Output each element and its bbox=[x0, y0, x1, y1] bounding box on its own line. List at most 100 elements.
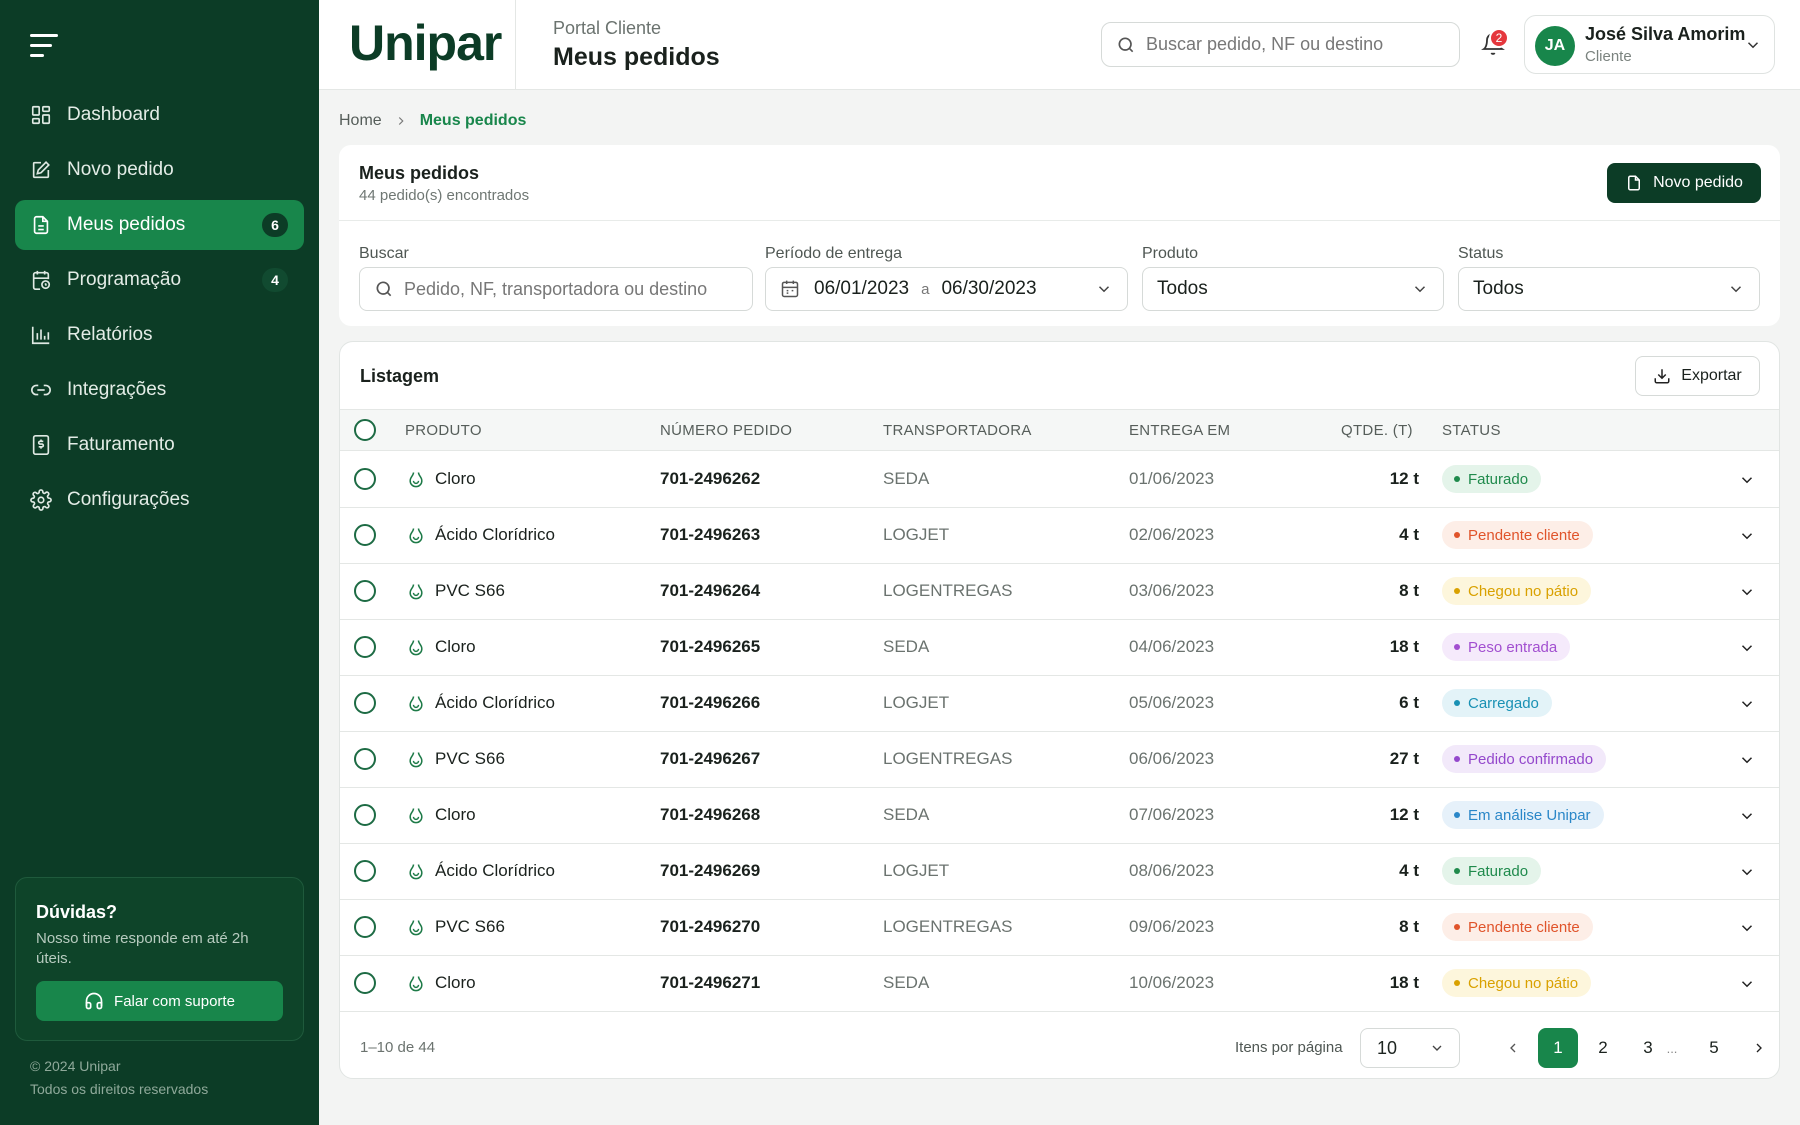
sidebar-item-label: Faturamento bbox=[67, 434, 175, 455]
pagination-range: 1–10 de 44 bbox=[360, 1039, 436, 1056]
table-row[interactable]: Cloro 701-2496271 SEDA 10/06/2023 18 t Chegou… bbox=[340, 956, 1779, 1012]
sidebar-item-label: Novo pedido bbox=[67, 159, 174, 180]
product-flask-icon bbox=[409, 752, 423, 768]
row-select-radio[interactable] bbox=[354, 524, 376, 546]
sidebar-item-dashboard[interactable]: Dashboard bbox=[15, 90, 304, 140]
page-1-button[interactable]: 1 bbox=[1538, 1028, 1578, 1068]
row-select-radio[interactable] bbox=[354, 860, 376, 882]
cell-number[interactable]: 701-2496263 bbox=[660, 525, 760, 545]
row-select-radio[interactable] bbox=[354, 468, 376, 490]
row-select-radio[interactable] bbox=[354, 804, 376, 826]
select-all-radio[interactable] bbox=[354, 419, 376, 441]
expand-row-icon[interactable] bbox=[1738, 919, 1756, 937]
expand-row-icon[interactable] bbox=[1738, 975, 1756, 993]
sidebar-item-relatorios[interactable]: Relatórios bbox=[15, 310, 304, 360]
results-count: 44 pedido(s) encontrados bbox=[359, 187, 530, 204]
logo[interactable]: Unipar bbox=[349, 14, 502, 72]
menu-icon[interactable] bbox=[30, 34, 60, 58]
expand-row-icon[interactable] bbox=[1738, 471, 1756, 489]
date-range-picker[interactable]: 06/01/2023 a 06/30/2023 bbox=[765, 267, 1128, 311]
product-select[interactable]: Todos bbox=[1142, 267, 1444, 311]
cell-carrier: LOGJET bbox=[883, 693, 950, 712]
row-select-radio[interactable] bbox=[354, 748, 376, 770]
status-badge: Chegou no pátio bbox=[1442, 577, 1592, 605]
breadcrumb-home[interactable]: Home bbox=[339, 112, 382, 130]
sidebar-item-faturamento[interactable]: Faturamento bbox=[15, 420, 304, 470]
cell-qty: 18 t bbox=[1389, 637, 1419, 656]
table-row[interactable]: Cloro 701-2496265 SEDA 04/06/2023 18 t Peso e… bbox=[340, 620, 1779, 676]
col-carrier[interactable]: TRANSPORTADORA bbox=[883, 422, 1032, 439]
page-2-button[interactable]: 2 bbox=[1583, 1028, 1623, 1068]
page-5-button[interactable]: 5 bbox=[1694, 1028, 1734, 1068]
table-row[interactable]: PVC S66 701-2496270 LOGENTREGAS 09/06/2023 8… bbox=[340, 900, 1779, 956]
pagination-ellipsis: ... bbox=[1666, 1040, 1678, 1056]
col-product[interactable]: PRODUTO bbox=[405, 422, 482, 439]
support-button[interactable]: Falar com suporte bbox=[36, 981, 283, 1021]
row-select-radio[interactable] bbox=[354, 916, 376, 938]
expand-row-icon[interactable] bbox=[1738, 639, 1756, 657]
sidebar-item-meus-pedidos[interactable]: Meus pedidos 6 bbox=[15, 200, 304, 250]
product-flask-icon bbox=[409, 640, 423, 656]
status-select[interactable]: Todos bbox=[1458, 267, 1760, 311]
table-row[interactable]: Ácido Clorídrico 701-2496266 LOGJET 05/06/2… bbox=[340, 676, 1779, 732]
table-row[interactable]: Cloro 701-2496268 SEDA 07/06/2023 12 t Em aná… bbox=[340, 788, 1779, 844]
col-delivery[interactable]: ENTREGA EM bbox=[1129, 422, 1230, 439]
cell-product: PVC S66 bbox=[435, 749, 505, 768]
breadcrumb: Home Meus pedidos bbox=[339, 112, 526, 130]
sidebar-item-configuracoes[interactable]: Configurações bbox=[15, 475, 304, 525]
search-input[interactable] bbox=[404, 278, 724, 300]
table-row[interactable]: PVC S66 701-2496267 LOGENTREGAS 06/06/2023 2… bbox=[340, 732, 1779, 788]
filter-card: Meus pedidos 44 pedido(s) encontrados No… bbox=[339, 145, 1780, 326]
cell-carrier: SEDA bbox=[883, 469, 930, 488]
row-select-radio[interactable] bbox=[354, 972, 376, 994]
next-page-button[interactable] bbox=[1739, 1028, 1779, 1068]
sidebar-item-integracoes[interactable]: Integrações bbox=[15, 365, 304, 415]
prev-page-button[interactable] bbox=[1493, 1028, 1533, 1068]
cell-qty: 12 t bbox=[1389, 469, 1419, 488]
row-select-radio[interactable] bbox=[354, 692, 376, 714]
expand-row-icon[interactable] bbox=[1738, 695, 1756, 713]
export-button[interactable]: Exportar bbox=[1635, 356, 1760, 396]
cell-qty: 12 t bbox=[1389, 805, 1419, 824]
table-row[interactable]: PVC S66 701-2496264 LOGENTREGAS 03/06/2023 8… bbox=[340, 564, 1779, 620]
header-search-input[interactable] bbox=[1146, 34, 1446, 55]
chevron-down-icon bbox=[1432, 1045, 1442, 1051]
expand-row-icon[interactable] bbox=[1738, 863, 1756, 881]
table-row[interactable]: Ácido Clorídrico 701-2496269 LOGJET 08/06/2… bbox=[340, 844, 1779, 900]
user-role: Cliente bbox=[1585, 48, 1632, 65]
cell-number[interactable]: 701-2496265 bbox=[660, 637, 760, 657]
cell-qty: 18 t bbox=[1389, 973, 1419, 992]
sidebar-item-novo-pedido[interactable]: Novo pedido bbox=[15, 145, 304, 195]
search-icon bbox=[376, 281, 392, 297]
product-flask-icon bbox=[409, 920, 423, 936]
cell-number[interactable]: 701-2496268 bbox=[660, 805, 760, 825]
sidebar-item-programacao[interactable]: Programação 4 bbox=[15, 255, 304, 305]
row-select-radio[interactable] bbox=[354, 636, 376, 658]
col-number[interactable]: NÚMERO PEDIDO bbox=[660, 422, 792, 439]
table-row[interactable]: Cloro 701-2496262 SEDA 01/06/2023 12 t Fatura… bbox=[340, 452, 1779, 508]
user-menu[interactable]: JA José Silva Amorim Cliente bbox=[1524, 15, 1775, 74]
table-row[interactable]: Ácido Clorídrico 701-2496263 LOGJET 02/06/2… bbox=[340, 508, 1779, 564]
cell-number[interactable]: 701-2496262 bbox=[660, 469, 760, 489]
download-icon bbox=[1654, 369, 1670, 384]
row-select-radio[interactable] bbox=[354, 580, 376, 602]
col-qty[interactable]: QTDE. (T) bbox=[1341, 422, 1413, 439]
status-badge: Chegou no pátio bbox=[1442, 969, 1592, 997]
expand-row-icon[interactable] bbox=[1738, 807, 1756, 825]
expand-row-icon[interactable] bbox=[1738, 527, 1756, 545]
support-button-label: Falar com suporte bbox=[114, 992, 235, 1010]
user-name: José Silva Amorim bbox=[1585, 24, 1746, 44]
per-page-select[interactable]: 10 bbox=[1360, 1028, 1460, 1068]
header-search bbox=[1101, 22, 1460, 67]
expand-row-icon[interactable] bbox=[1738, 751, 1756, 769]
cell-number[interactable]: 701-2496271 bbox=[660, 973, 760, 993]
orders-table-card: Listagem Exportar PRODUTO NÚMERO PEDIDO … bbox=[339, 341, 1780, 1079]
col-status[interactable]: STATUS bbox=[1442, 422, 1501, 439]
cell-number[interactable]: 701-2496266 bbox=[660, 693, 760, 713]
cell-number[interactable]: 701-2496270 bbox=[660, 917, 760, 937]
expand-row-icon[interactable] bbox=[1738, 583, 1756, 601]
cell-number[interactable]: 701-2496269 bbox=[660, 861, 760, 881]
cell-number[interactable]: 701-2496267 bbox=[660, 749, 760, 769]
cell-number[interactable]: 701-2496264 bbox=[660, 581, 760, 601]
new-order-button[interactable]: Novo pedido bbox=[1607, 163, 1761, 203]
